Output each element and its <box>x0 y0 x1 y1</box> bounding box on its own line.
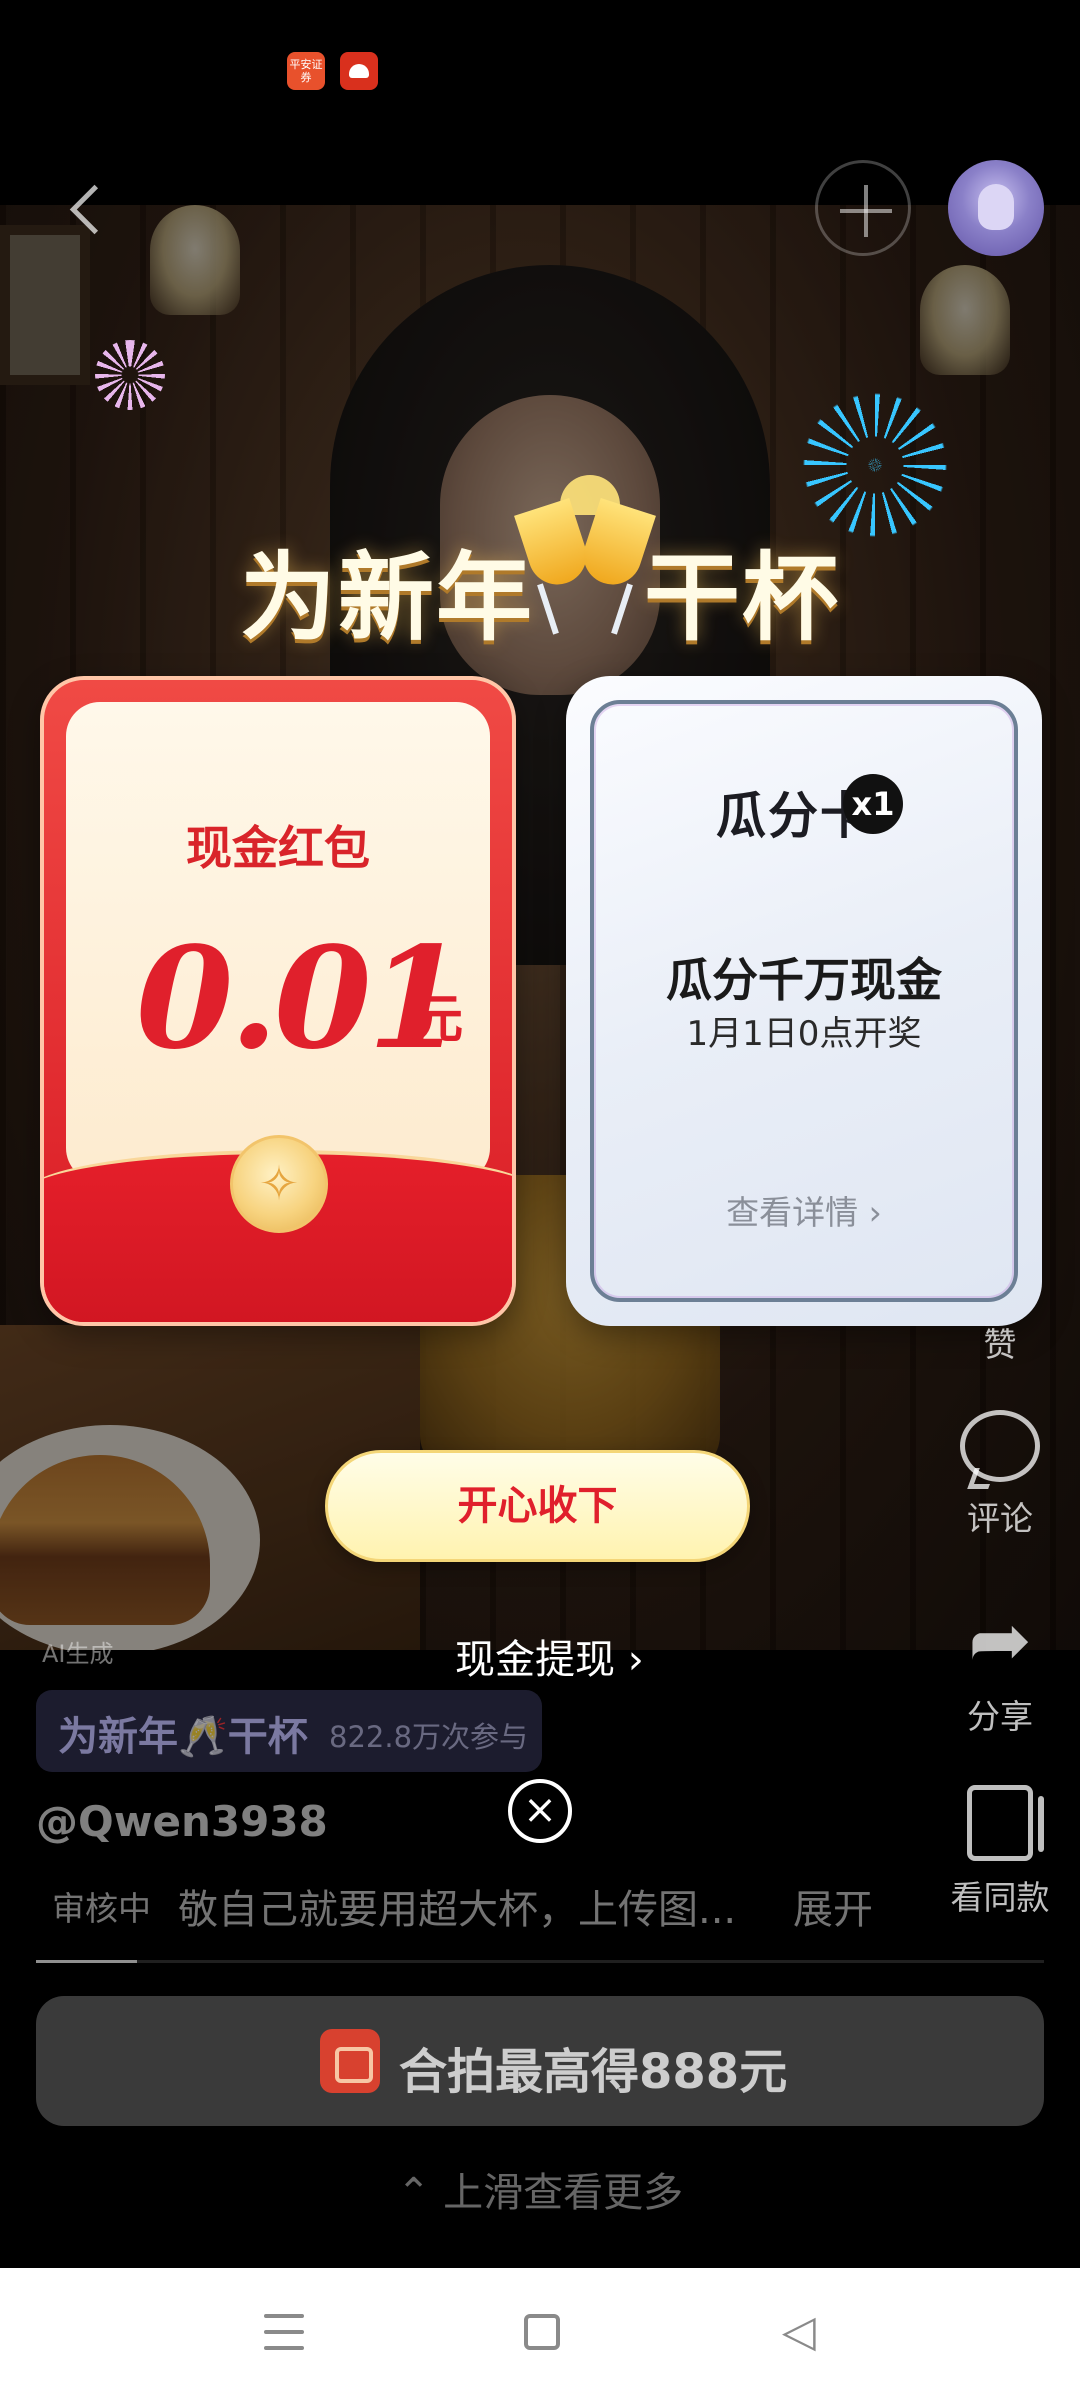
video-progress-bar[interactable] <box>36 1960 1044 1963</box>
comment-icon <box>960 1410 1040 1482</box>
share-icon: ➦ <box>968 1595 1032 1684</box>
comment-button[interactable]: 评论 <box>940 1410 1060 1540</box>
cash-red-envelope-card[interactable]: 现金红包 0.01 元 <box>40 676 516 1326</box>
home-icon[interactable] <box>524 2314 560 2350</box>
share-button[interactable]: ➦ 分享 <box>940 1600 1060 1738</box>
accept-button[interactable]: 开心收下 <box>325 1450 750 1562</box>
back-button[interactable] <box>55 178 115 238</box>
duet-label: 合拍最高得888元 <box>399 2044 788 2100</box>
back-icon[interactable]: ◁ <box>782 2310 816 2354</box>
cheers-glasses-icon <box>505 475 665 645</box>
firework-icon <box>95 340 165 410</box>
share-card[interactable]: 瓜分卡 x1 瓜分千万现金 1月1日0点开奖 查看详情 › <box>566 676 1042 1326</box>
topic-participation-count: 822.8万次参与 <box>329 1720 529 1754</box>
red-card-title: 现金红包 <box>186 821 370 875</box>
headline-right: 干杯 <box>644 542 840 654</box>
close-icon[interactable]: × <box>508 1779 572 1843</box>
topic-chip[interactable]: 为新年🥂干杯 822.8万次参与 <box>36 1690 542 1772</box>
share-card-title: 瓜分千万现金 <box>666 953 942 1007</box>
avatar[interactable] <box>948 160 1044 256</box>
system-nav-bar: ◁ <box>0 2268 1080 2400</box>
duet-icon <box>320 2029 380 2093</box>
menu-icon[interactable] <box>264 2314 304 2350</box>
headline-left: 为新年 <box>240 542 534 654</box>
share-card-subtitle: 1月1日0点开奖 <box>686 1014 922 1054</box>
status-bar: 平安证券 <box>0 0 1080 140</box>
share-label: 分享 <box>967 1697 1033 1736</box>
review-status: 审核中 <box>52 1889 151 1928</box>
swipe-up-hint: ⌃ 上滑查看更多 <box>396 2170 684 2216</box>
cash-withdraw-link[interactable]: 现金提现 › <box>455 1627 644 1685</box>
add-icon[interactable] <box>815 160 911 256</box>
like-label: 赞 <box>983 1325 1017 1364</box>
duet-button[interactable]: 合拍最高得888元 <box>36 1996 1044 2126</box>
like-button[interactable]: 赞 <box>940 1318 1060 1366</box>
ai-generated-label: AI生成 <box>42 1640 114 1668</box>
coin-icon <box>230 1135 328 1233</box>
app-notification-icon <box>340 52 378 90</box>
comment-label: 评论 <box>967 1499 1033 1538</box>
video-progress-fill <box>36 1960 137 1963</box>
same-style-label: 看同款 <box>950 1878 1050 1917</box>
red-card-unit: 元 <box>411 990 464 1050</box>
view-details-link[interactable]: 查看详情 › <box>566 1186 1042 1234</box>
same-style-icon <box>967 1785 1044 1861</box>
same-style-button[interactable]: 看同款 <box>940 1785 1060 1919</box>
expand-caption-link[interactable]: 展开 <box>793 1877 873 1935</box>
topic-title: 为新年🥂干杯 <box>58 1714 308 1760</box>
share-card-count-badge: x1 <box>843 774 903 834</box>
firework-icon <box>800 390 950 540</box>
app-notification-icon: 平安证券 <box>287 52 325 90</box>
video-caption: 敬自己就要用超大杯，上传图... <box>178 1887 737 1933</box>
author-username[interactable]: @Qwen3938 <box>36 1797 328 1846</box>
